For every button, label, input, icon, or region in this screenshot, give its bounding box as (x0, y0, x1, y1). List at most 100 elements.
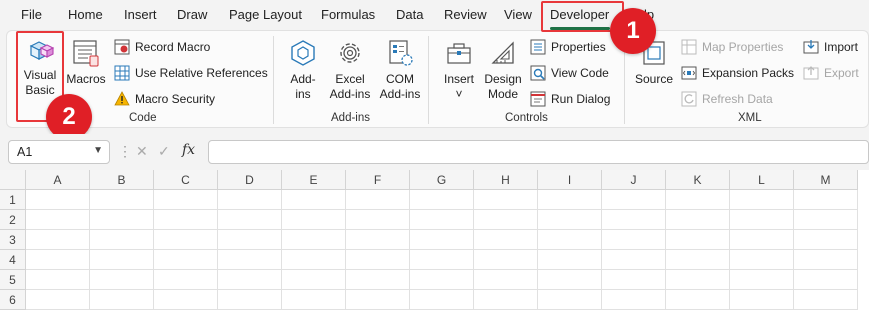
cell[interactable] (730, 210, 794, 230)
tab-file[interactable]: File (21, 7, 42, 22)
cell[interactable] (794, 290, 858, 310)
cell[interactable] (90, 210, 154, 230)
view-code-button[interactable]: View Code (530, 65, 609, 81)
cell[interactable] (730, 250, 794, 270)
properties-button[interactable]: Properties (530, 39, 606, 55)
cell[interactable] (794, 190, 858, 210)
run-dialog-button[interactable]: Run Dialog (530, 91, 610, 107)
column-header[interactable]: L (730, 170, 794, 190)
column-header[interactable]: K (666, 170, 730, 190)
column-header[interactable]: I (538, 170, 602, 190)
column-header[interactable]: C (154, 170, 218, 190)
row-header[interactable]: 1 (0, 190, 26, 210)
column-header[interactable]: E (282, 170, 346, 190)
column-header[interactable]: D (218, 170, 282, 190)
cell[interactable] (666, 250, 730, 270)
cell[interactable] (26, 290, 90, 310)
cell[interactable] (282, 230, 346, 250)
cell[interactable] (154, 230, 218, 250)
cell[interactable] (730, 230, 794, 250)
cell[interactable] (538, 210, 602, 230)
row-header[interactable]: 3 (0, 230, 26, 250)
macros-button[interactable]: Macros (64, 38, 108, 87)
column-header[interactable]: M (794, 170, 858, 190)
design-mode-button[interactable]: Design Mode (482, 38, 524, 102)
cell[interactable] (90, 230, 154, 250)
cell[interactable] (346, 210, 410, 230)
cancel-icon[interactable]: ✕ (136, 143, 148, 160)
excel-add-ins-button[interactable]: Excel Add-ins (325, 38, 375, 102)
cell[interactable] (474, 230, 538, 250)
cell[interactable] (730, 190, 794, 210)
tab-formulas[interactable]: Formulas (321, 7, 375, 22)
cell[interactable] (538, 190, 602, 210)
cell[interactable] (26, 250, 90, 270)
cell[interactable] (26, 230, 90, 250)
com-add-ins-button[interactable]: COM Add-ins (377, 38, 423, 102)
cell[interactable] (282, 270, 346, 290)
select-all-corner[interactable] (0, 170, 26, 190)
insert-control-button[interactable]: Insert ˅ (438, 38, 480, 102)
tab-review[interactable]: Review (444, 7, 487, 22)
cell[interactable] (90, 270, 154, 290)
cell[interactable] (218, 210, 282, 230)
cell[interactable] (474, 190, 538, 210)
cell[interactable] (538, 250, 602, 270)
export-button[interactable]: Export (803, 65, 859, 81)
cell[interactable] (538, 290, 602, 310)
cell[interactable] (26, 210, 90, 230)
cell[interactable] (90, 290, 154, 310)
cell[interactable] (90, 190, 154, 210)
column-header[interactable]: B (90, 170, 154, 190)
map-properties-button[interactable]: Map Properties (681, 39, 783, 55)
cell[interactable] (602, 250, 666, 270)
cell[interactable] (346, 290, 410, 310)
tab-data[interactable]: Data (396, 7, 423, 22)
cell[interactable] (794, 270, 858, 290)
cell[interactable] (602, 210, 666, 230)
cell[interactable] (346, 270, 410, 290)
name-box[interactable]: A1 ▼ (8, 140, 110, 164)
column-header[interactable]: F (346, 170, 410, 190)
cell[interactable] (154, 290, 218, 310)
cell[interactable] (666, 270, 730, 290)
cell[interactable] (90, 250, 154, 270)
cell[interactable] (154, 210, 218, 230)
cell[interactable] (474, 270, 538, 290)
cell[interactable] (794, 230, 858, 250)
cell[interactable] (794, 210, 858, 230)
tab-draw[interactable]: Draw (177, 7, 207, 22)
formula-input[interactable] (208, 140, 869, 164)
column-header[interactable]: J (602, 170, 666, 190)
row-header[interactable]: 6 (0, 290, 26, 310)
cell[interactable] (538, 270, 602, 290)
cell[interactable] (218, 270, 282, 290)
enter-icon[interactable]: ✓ (158, 143, 170, 160)
expansion-packs-button[interactable]: Expansion Packs (681, 65, 794, 81)
tab-home[interactable]: Home (68, 7, 103, 22)
cell[interactable] (410, 270, 474, 290)
import-button[interactable]: Import (803, 39, 858, 55)
cell[interactable] (218, 250, 282, 270)
record-macro-button[interactable]: Record Macro (114, 39, 210, 55)
row-header[interactable]: 5 (0, 270, 26, 290)
column-header[interactable]: G (410, 170, 474, 190)
cell[interactable] (666, 210, 730, 230)
cell[interactable] (666, 290, 730, 310)
add-ins-button[interactable]: Add- ins (283, 38, 323, 102)
cell[interactable] (218, 230, 282, 250)
cell[interactable] (26, 190, 90, 210)
cell[interactable] (218, 290, 282, 310)
cell[interactable] (666, 190, 730, 210)
insert-function-icon[interactable]: fx (182, 142, 195, 158)
cell[interactable] (282, 290, 346, 310)
cell[interactable] (538, 230, 602, 250)
cell[interactable] (730, 290, 794, 310)
cell[interactable] (474, 210, 538, 230)
cell[interactable] (794, 250, 858, 270)
cell[interactable] (346, 230, 410, 250)
cell[interactable] (602, 190, 666, 210)
cell[interactable] (602, 290, 666, 310)
cell[interactable] (602, 230, 666, 250)
row-header[interactable]: 2 (0, 210, 26, 230)
